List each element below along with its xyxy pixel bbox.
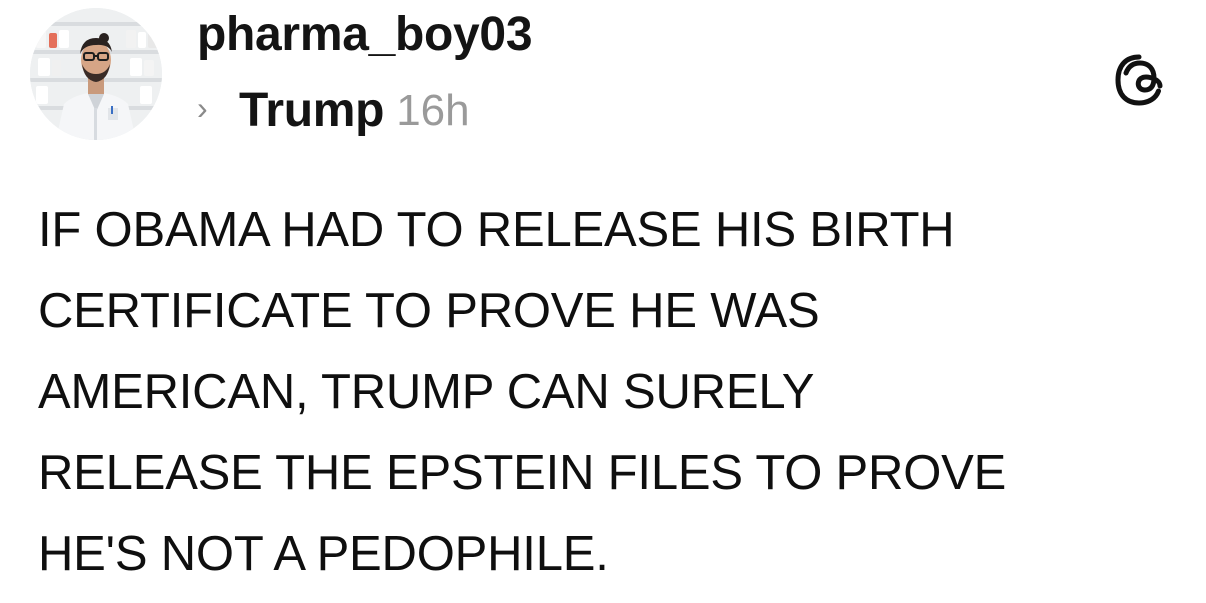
- author-username[interactable]: pharma_boy03: [197, 5, 533, 65]
- topic-tag[interactable]: Trump: [239, 83, 384, 138]
- thread-post: pharma_boy03 › Trump 16h IF OBAMA HAD TO…: [0, 0, 1206, 603]
- chevron-right-icon: ›: [197, 90, 208, 126]
- post-timestamp: 16h: [396, 86, 470, 135]
- post-text-line: CERTIFICATE TO PROVE HE WAS: [38, 284, 820, 338]
- author-avatar[interactable]: [30, 8, 162, 140]
- post-body-text: IF OBAMA HAD TO RELEASE HIS BIRTH CERTIF…: [38, 190, 1188, 595]
- post-text-line: AMERICAN, TRUMP CAN SURELY: [38, 365, 815, 419]
- pharmacist-avatar-image: [30, 8, 162, 140]
- post-text-line: IF OBAMA HAD TO RELEASE HIS BIRTH: [38, 203, 955, 257]
- threads-logo-icon[interactable]: [1112, 53, 1166, 107]
- post-text-line: HE'S NOT A PEDOPHILE.: [38, 527, 609, 581]
- topic-row: › Trump 16h: [197, 78, 470, 142]
- post-text-line: RELEASE THE EPSTEIN FILES TO PROVE: [38, 446, 1007, 500]
